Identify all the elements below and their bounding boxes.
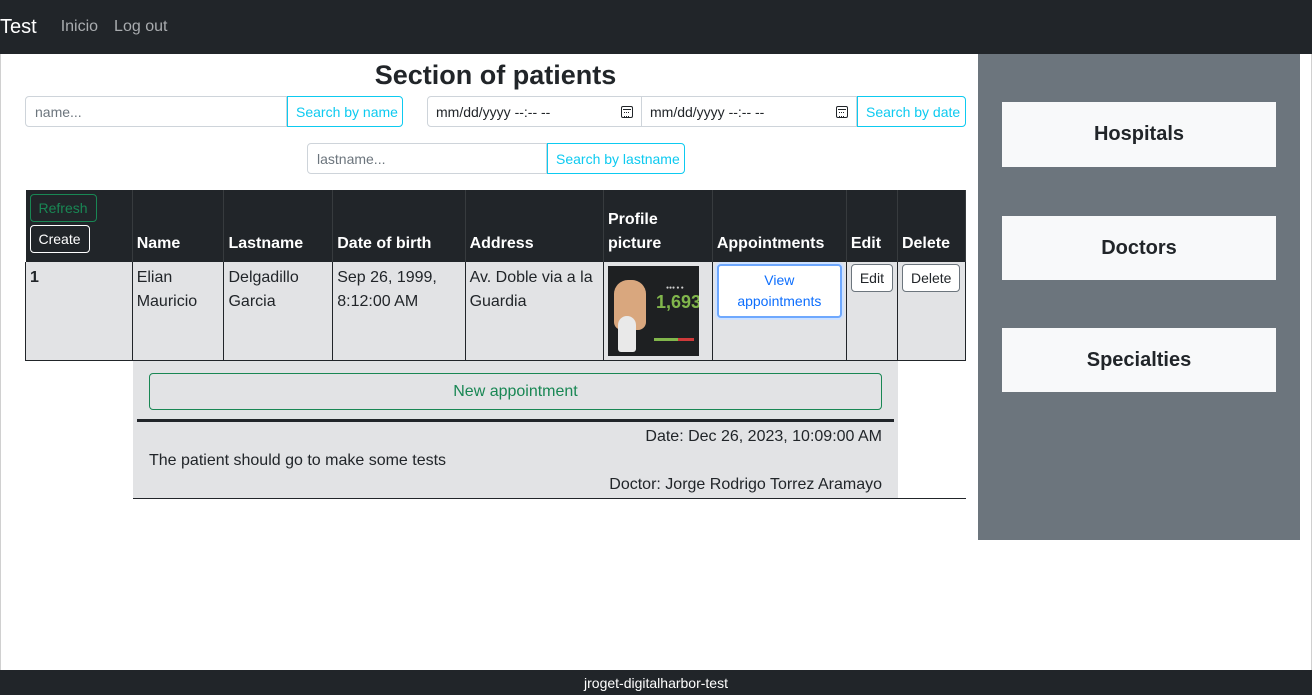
search-lastname-input[interactable]: [307, 143, 547, 174]
date-from-input[interactable]: mm/dd/yyyy --:-- --: [427, 96, 642, 127]
date-to-input[interactable]: mm/dd/yyyy --:-- --: [642, 96, 857, 127]
search-name-group: Search by name: [25, 96, 403, 127]
sidebar-item-hospitals[interactable]: Hospitals: [1002, 102, 1276, 167]
view-appointments-button[interactable]: View appointments: [716, 264, 842, 318]
appointment-doctor: Doctor: Jorge Rodrigo Torrez Aramayo: [609, 476, 882, 493]
header-appointments: Appointments: [712, 190, 847, 262]
cell-delete: Delete: [896, 262, 967, 361]
header-delete: Delete: [897, 190, 967, 262]
new-appointment-button[interactable]: New appointment: [149, 373, 882, 410]
table-header-row: Refresh Create Name Lastname Date of bir…: [25, 190, 967, 262]
table-bottom-border: [133, 498, 966, 499]
calendar-icon[interactable]: [621, 105, 633, 118]
header-actions: Refresh Create: [25, 190, 133, 262]
search-by-name-button[interactable]: Search by name: [287, 96, 403, 127]
cell-address: Av. Doble via a la Guardia: [464, 262, 604, 361]
appointment-description: The patient should go to make some tests: [149, 452, 447, 469]
sidebar-item-doctors[interactable]: Doctors: [1002, 216, 1276, 280]
search-by-lastname-button[interactable]: Search by lastname: [547, 143, 685, 174]
header-lastname: Lastname: [223, 190, 334, 262]
cell-appointments: View appointments: [711, 262, 847, 361]
date-to-placeholder: mm/dd/yyyy --:-- --: [650, 103, 765, 120]
footer-text: jroget-digitalharbor-test: [584, 675, 728, 691]
header-edit: Edit: [846, 190, 898, 262]
appointment-date: Date: Dec 26, 2023, 10:09:00 AM: [645, 428, 882, 445]
profile-picture-image: ●●● ● ● 1,693: [607, 266, 699, 356]
header-name: Name: [132, 190, 225, 262]
appointment-divider: [137, 419, 894, 422]
cell-name: Elian Mauricio: [131, 262, 225, 361]
create-button[interactable]: Create: [29, 225, 90, 253]
page-title: Section of patients: [374, 60, 617, 90]
header-profile-picture: Profile picture: [603, 190, 713, 262]
edit-button[interactable]: Edit: [850, 264, 893, 292]
footer: jroget-digitalharbor-test: [0, 670, 1312, 695]
header-address: Address: [465, 190, 604, 262]
refresh-button[interactable]: Refresh: [29, 194, 97, 222]
top-navbar: Test Inicio Log out: [0, 0, 1312, 54]
calendar-icon[interactable]: [836, 105, 848, 118]
cell-id: 1: [25, 262, 133, 361]
navbar-brand[interactable]: Test: [0, 16, 37, 39]
patients-table: Refresh Create Name Lastname Date of bir…: [25, 190, 967, 361]
header-date-of-birth: Date of birth: [332, 190, 466, 262]
delete-button[interactable]: Delete: [901, 264, 961, 292]
cell-date-of-birth: Sep 26, 1999, 8:12:00 AM: [332, 262, 466, 361]
nav-link-logout[interactable]: Log out: [114, 18, 167, 36]
table-row: 1 Elian Mauricio Delgadillo Garcia Sep 2…: [25, 262, 967, 361]
nav-link-inicio[interactable]: Inicio: [61, 18, 98, 36]
date-from-placeholder: mm/dd/yyyy --:-- --: [436, 103, 551, 120]
appointments-panel: New appointment Date: Dec 26, 2023, 10:0…: [133, 361, 898, 498]
search-date-group: mm/dd/yyyy --:-- -- mm/dd/yyyy --:-- -- …: [427, 96, 966, 127]
sidebar-item-specialties[interactable]: Specialties: [1002, 328, 1276, 392]
cell-lastname: Delgadillo Garcia: [223, 262, 334, 361]
cell-edit: Edit: [845, 262, 898, 361]
sidebar: Hospitals Doctors Specialties: [978, 54, 1300, 540]
search-name-input[interactable]: [25, 96, 287, 127]
search-lastname-group: Search by lastname: [307, 143, 685, 174]
search-by-date-button[interactable]: Search by date: [857, 96, 966, 127]
cell-profile-picture: ●●● ● ● 1,693: [602, 262, 713, 361]
